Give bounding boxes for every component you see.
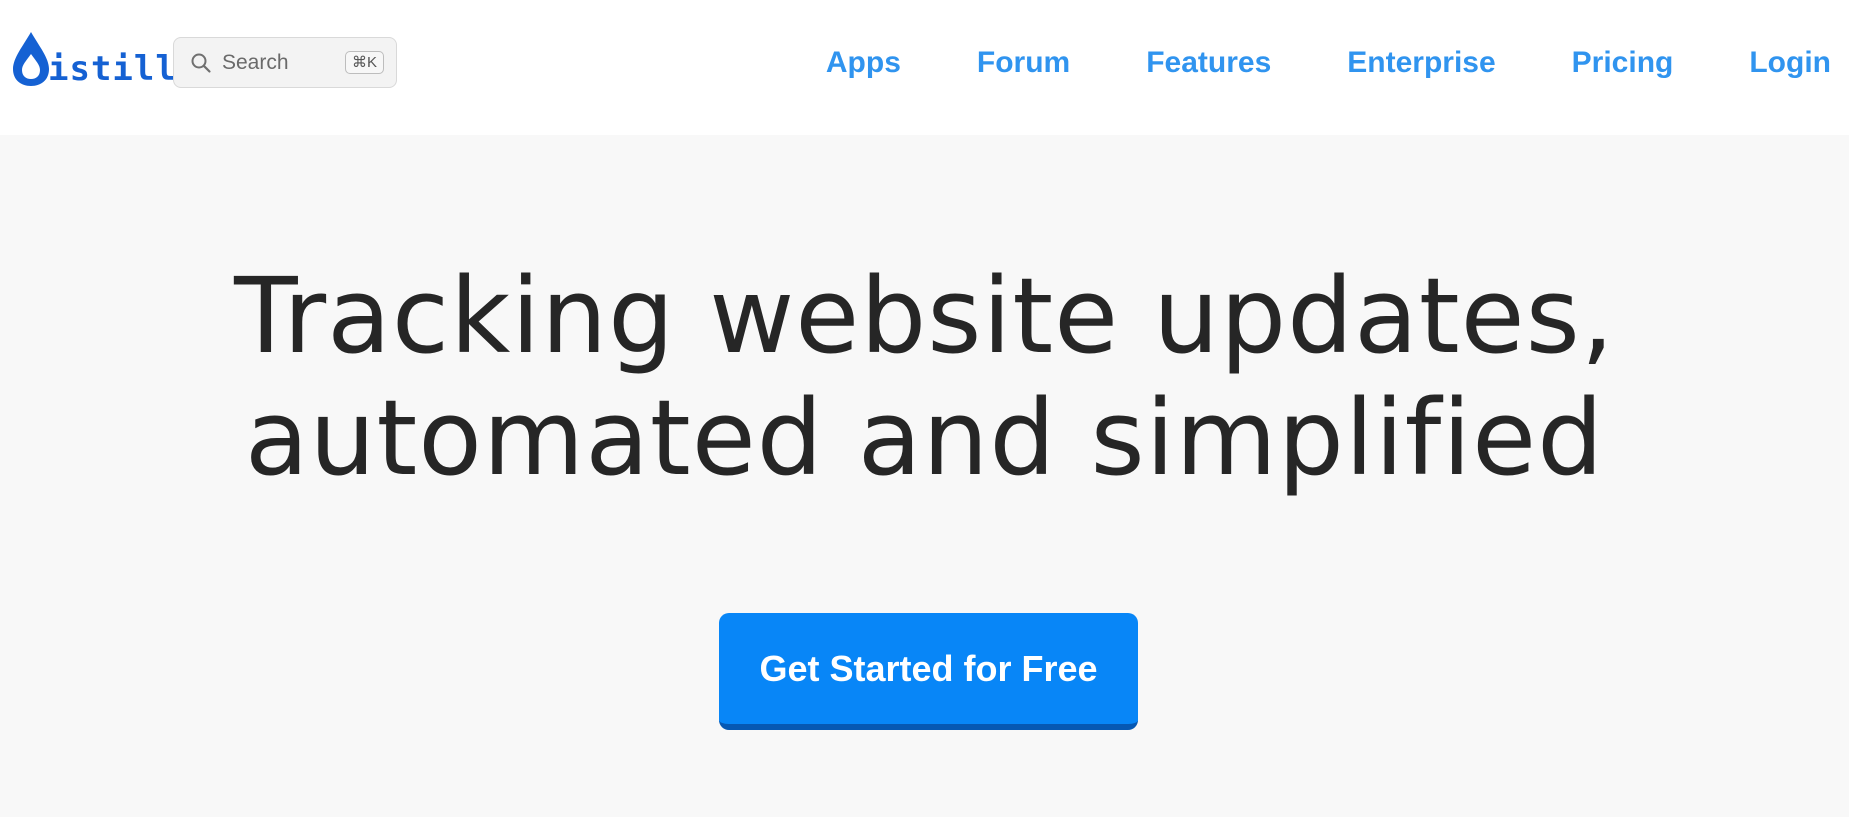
headline-line-2: automated and simplified: [244, 377, 1605, 499]
nav-link-features[interactable]: Features: [1146, 46, 1271, 80]
site-header: istill Search ⌘K Apps Forum Features Ent…: [0, 0, 1849, 135]
search-placeholder: Search: [222, 50, 289, 74]
keyboard-shortcut-badge: ⌘K: [344, 51, 384, 74]
water-drop-icon: [13, 32, 49, 86]
main-nav: Apps Forum Features Enterprise Pricing L…: [826, 0, 1831, 126]
nav-link-apps[interactable]: Apps: [826, 46, 901, 80]
nav-link-enterprise[interactable]: Enterprise: [1347, 46, 1495, 80]
hero-headline: Tracking website updates, automated and …: [0, 255, 1849, 499]
distill-logo[interactable]: istill: [10, 28, 177, 88]
headline-line-1: Tracking website updates,: [234, 255, 1615, 377]
nav-link-login[interactable]: Login: [1749, 46, 1831, 80]
nav-link-forum[interactable]: Forum: [977, 46, 1070, 80]
search-box[interactable]: Search ⌘K: [173, 37, 397, 88]
hero-section: Tracking website updates, automated and …: [0, 135, 1849, 817]
get-started-button[interactable]: Get Started for Free: [719, 613, 1138, 730]
nav-link-pricing[interactable]: Pricing: [1572, 46, 1674, 80]
logo-wordmark: istill: [48, 49, 177, 89]
search-icon: [191, 53, 211, 73]
